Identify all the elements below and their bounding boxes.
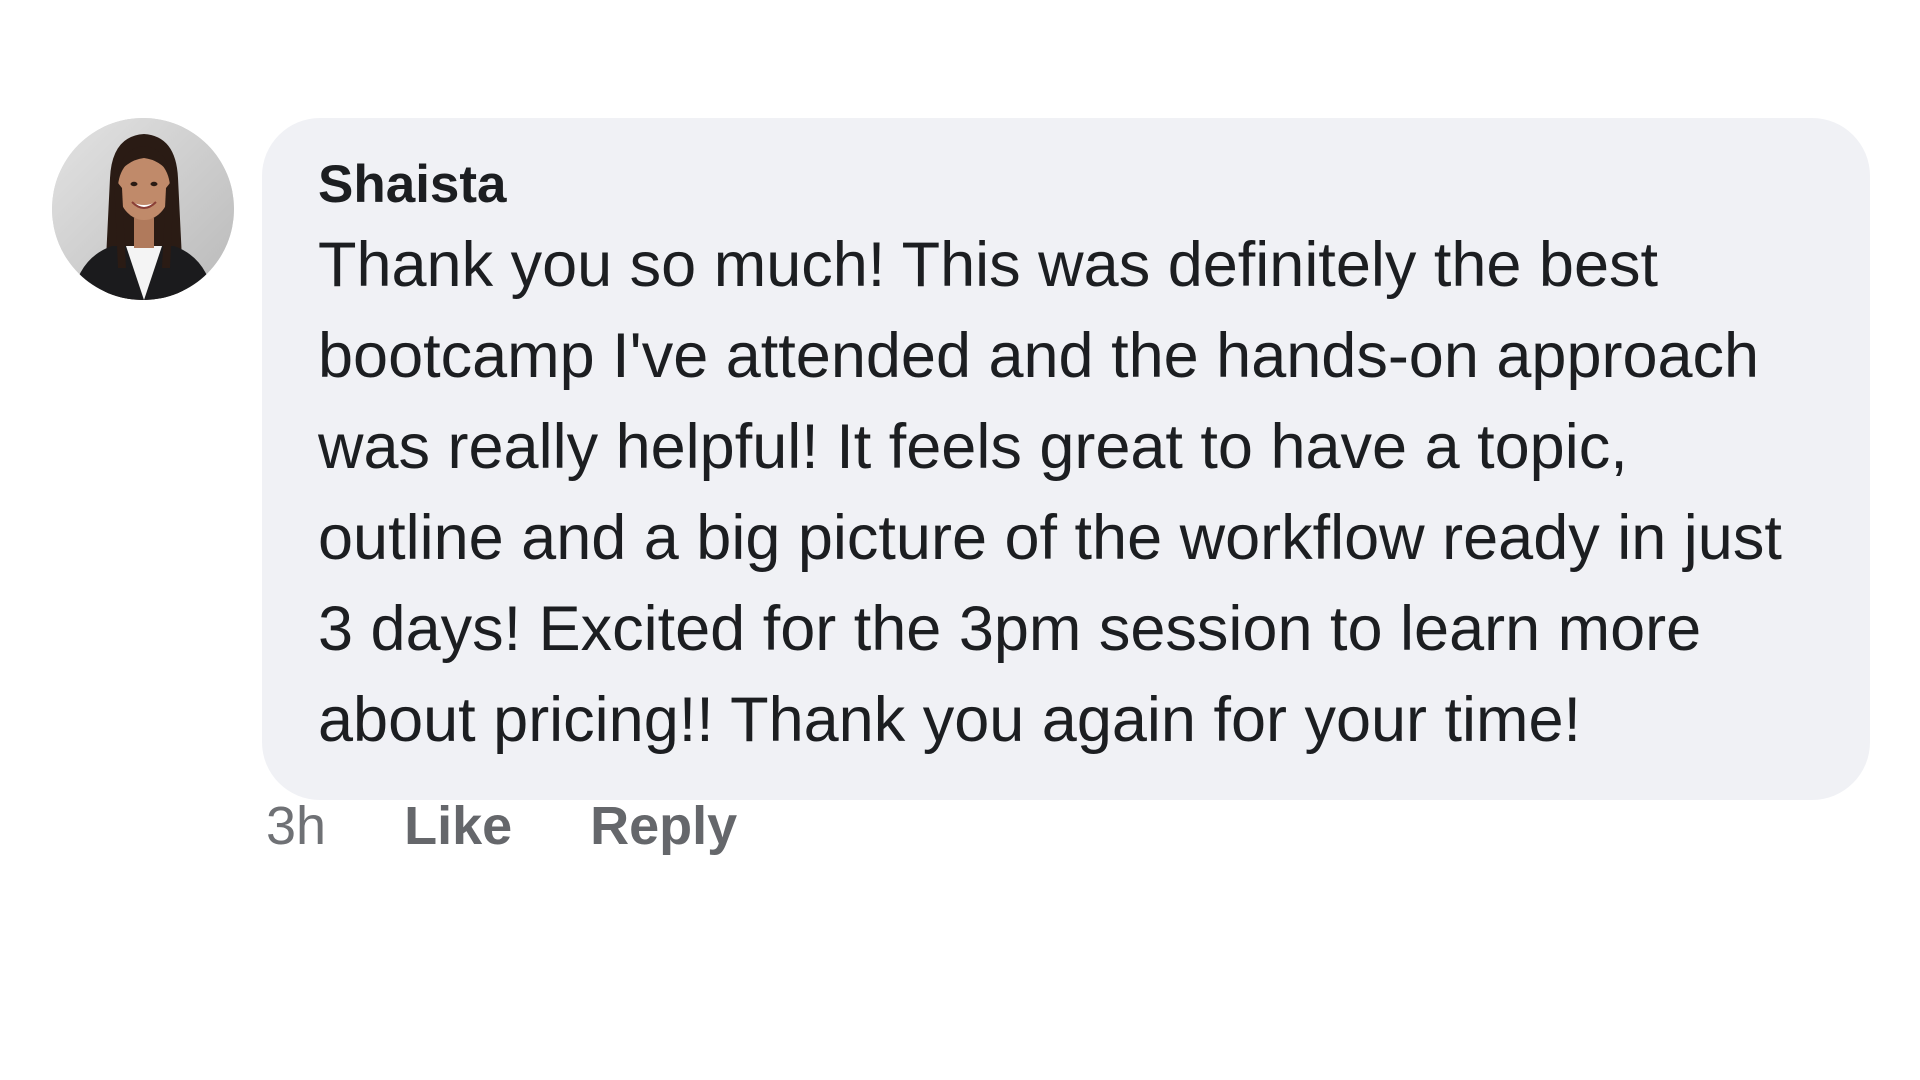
comment-timestamp[interactable]: 3h [266,795,326,857]
profile-photo [52,118,234,300]
comment-text: Thank you so much! This was definitely t… [318,230,1782,755]
comment-actions: 3h Like Reply [266,795,815,857]
like-button[interactable]: Like [404,795,512,857]
reply-button[interactable]: Reply [590,795,737,857]
avatar[interactable] [52,118,234,300]
comment-bubble: Shaista Thank you so much! This was defi… [262,118,1870,800]
comment-author[interactable]: Shaista [318,154,1820,216]
